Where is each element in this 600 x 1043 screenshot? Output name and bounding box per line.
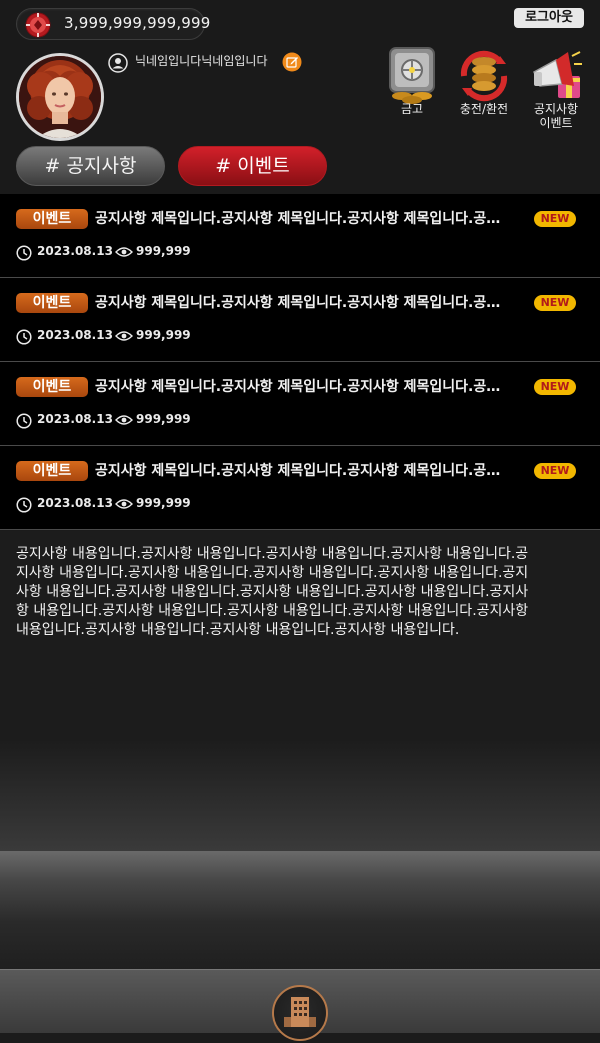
building-icon — [284, 997, 316, 1027]
post-views: 999,999 — [136, 328, 191, 342]
eye-icon — [115, 247, 133, 257]
list-item[interactable]: 이벤트 공지사항 제목입니다.공지사항 제목입니다.공지사항 제목입니다.공지사… — [0, 194, 600, 278]
eye-icon — [115, 331, 133, 341]
post-title[interactable]: 공지사항 제목입니다.공지사항 제목입니다.공지사항 제목입니다.공지사항 제목… — [95, 461, 510, 481]
post-content: 공지사항 내용입니다.공지사항 내용입니다.공지사항 내용입니다.공지사항 내용… — [0, 531, 600, 851]
post-views: 999,999 — [136, 496, 191, 510]
category-badge: 이벤트 — [16, 377, 88, 397]
avatar — [16, 53, 104, 141]
quick-menu-label: 공지사항 이벤트 — [533, 102, 579, 130]
balance-amount: 3,999,999,999,999 — [64, 14, 211, 32]
quick-menu-label: 금고 — [400, 102, 424, 116]
clock-icon — [16, 329, 32, 345]
post-date: 2023.08.13 — [37, 244, 113, 258]
quick-menu-exchange[interactable]: 충전/환전 — [453, 46, 515, 116]
category-badge: 이벤트 — [16, 461, 88, 481]
edit-profile-icon[interactable] — [282, 52, 302, 72]
list-item[interactable]: 이벤트 공지사항 제목입니다.공지사항 제목입니다.공지사항 제목입니다.공지사… — [0, 362, 600, 446]
list-item[interactable]: 이벤트 공지사항 제목입니다.공지사항 제목입니다.공지사항 제목입니다.공지사… — [0, 278, 600, 362]
clock-icon — [16, 413, 32, 429]
vault-icon — [389, 47, 435, 104]
eye-icon — [115, 499, 133, 509]
balance-display: 3,999,999,999,999 — [16, 8, 210, 40]
nickname-text: 닉네임입니다닉네임입니다 — [135, 54, 268, 68]
footer-gloss — [0, 851, 600, 969]
quick-menu-notice-event[interactable]: 공지사항 이벤트 — [525, 46, 587, 130]
eye-icon — [115, 415, 133, 425]
megaphone-icon — [533, 51, 582, 98]
top-header: 3,999,999,999,999 로그아웃 닉네임입니다닉네임입니다 금고 충… — [0, 0, 600, 194]
post-views: 999,999 — [136, 412, 191, 426]
user-icon — [108, 53, 128, 73]
post-body-text: 공지사항 내용입니다.공지사항 내용입니다.공지사항 내용입니다.공지사항 내용… — [16, 546, 529, 638]
post-views: 999,999 — [136, 244, 191, 258]
new-badge: NEW — [534, 379, 576, 395]
category-badge: 이벤트 — [16, 209, 88, 229]
list-item[interactable]: 이벤트 공지사항 제목입니다.공지사항 제목입니다.공지사항 제목입니다.공지사… — [0, 446, 600, 530]
tab-notice[interactable]: # 공지사항 — [16, 146, 165, 186]
category-badge: 이벤트 — [16, 293, 88, 313]
post-date: 2023.08.13 — [37, 496, 113, 510]
post-date: 2023.08.13 — [37, 328, 113, 342]
new-badge: NEW — [534, 463, 576, 479]
post-title[interactable]: 공지사항 제목입니다.공지사항 제목입니다.공지사항 제목입니다.공지사항 제목… — [95, 209, 510, 229]
new-badge: NEW — [534, 211, 576, 227]
post-title[interactable]: 공지사항 제목입니다.공지사항 제목입니다.공지사항 제목입니다.공지사항 제목… — [95, 293, 510, 313]
tab-event[interactable]: # 이벤트 — [178, 146, 327, 186]
casino-chip-icon — [25, 12, 51, 38]
logout-button[interactable]: 로그아웃 — [514, 8, 584, 28]
post-date: 2023.08.13 — [37, 412, 113, 426]
quick-menu-label: 충전/환전 — [459, 102, 509, 116]
new-badge: NEW — [534, 295, 576, 311]
clock-icon — [16, 497, 32, 513]
coin-exchange-icon — [460, 50, 508, 102]
post-title[interactable]: 공지사항 제목입니다.공지사항 제목입니다.공지사항 제목입니다.공지사항 제목… — [95, 377, 510, 397]
quick-menu-vault[interactable]: 금고 — [381, 46, 443, 116]
clock-icon — [16, 245, 32, 261]
avatar-portrait-icon — [19, 56, 101, 138]
post-list: 이벤트 공지사항 제목입니다.공지사항 제목입니다.공지사항 제목입니다.공지사… — [0, 194, 600, 530]
